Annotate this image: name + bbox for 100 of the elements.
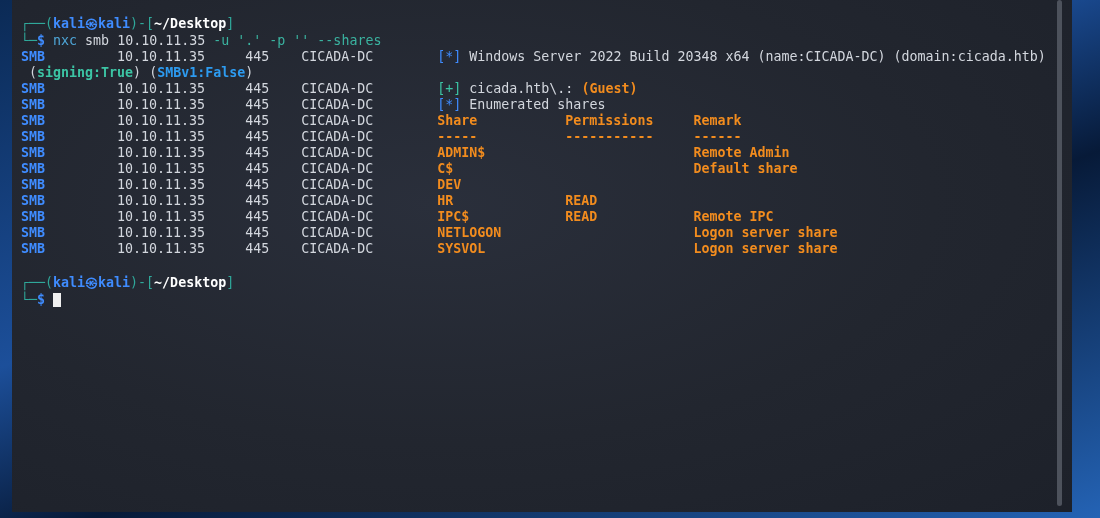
host-name: CICADA-DC	[301, 177, 374, 192]
table-cell: ADMIN$	[437, 145, 486, 161]
table-cell: Default share	[693, 161, 798, 177]
scrollbar[interactable]	[1057, 0, 1062, 506]
host-address: 10.10.11.35	[117, 193, 206, 208]
command-text: --shares	[317, 32, 382, 49]
host-name: CICADA-DC	[301, 97, 374, 112]
command-text: -p	[269, 32, 286, 49]
protocol-label: SMB	[21, 113, 47, 129]
host-address: 10.10.11.35	[117, 241, 206, 256]
host-name: CICADA-DC	[301, 129, 374, 144]
prompt-text: └─	[21, 32, 37, 49]
table-cell: Remote IPC	[693, 209, 774, 225]
port-number: 445	[245, 145, 270, 160]
table-cell: READ	[565, 209, 598, 225]
status-marker: [+]	[437, 81, 462, 97]
protocol-label: SMB	[21, 81, 47, 97]
port-number: 445	[245, 161, 270, 176]
port-number: 445	[245, 209, 270, 224]
prompt-text: kali㉿kali	[53, 274, 131, 291]
port-number: 445	[245, 49, 270, 64]
host-address: 10.10.11.35	[117, 113, 206, 128]
prompt-text: ~/Desktop	[154, 15, 227, 32]
table-cell: READ	[565, 193, 598, 209]
table-cell: DEV	[437, 177, 462, 193]
table-cell: ------	[693, 129, 742, 145]
status-marker: [*]	[437, 49, 462, 65]
status-marker: [*]	[437, 97, 462, 113]
table-cell: HR	[437, 193, 454, 209]
host-address: 10.10.11.35	[117, 161, 206, 176]
table-cell: Logon server share	[693, 241, 838, 257]
host-name: CICADA-DC	[301, 161, 374, 176]
output-text: (	[149, 65, 158, 81]
command-text: -u	[213, 32, 230, 49]
table-cell: SYSVOL	[437, 241, 486, 257]
host-name: CICADA-DC	[301, 145, 374, 160]
prompt-text: ]	[226, 15, 235, 32]
prompt-text: )-[	[130, 15, 155, 32]
host-address: 10.10.11.35	[117, 177, 206, 192]
command-text: nxc	[53, 32, 78, 49]
protocol-label: SMB	[21, 225, 47, 241]
host-address: 10.10.11.35	[117, 49, 206, 64]
table-cell: Share	[437, 113, 478, 129]
table-cell: Permissions	[565, 113, 654, 129]
table-cell: -----------	[565, 129, 654, 145]
prompt-text: ┌──(	[21, 15, 54, 32]
host-address: 10.10.11.35	[117, 129, 206, 144]
protocol-label: SMB	[21, 49, 47, 65]
protocol-label: SMB	[21, 145, 47, 161]
port-number: 445	[245, 177, 270, 192]
table-cell: C$	[437, 161, 454, 177]
protocol-label: SMB	[21, 193, 47, 209]
host-address: 10.10.11.35	[117, 81, 206, 96]
port-number: 445	[245, 113, 270, 128]
port-number: 445	[245, 193, 270, 208]
output-text: Enumerated shares	[469, 97, 606, 113]
host-name: CICADA-DC	[301, 225, 374, 240]
table-cell: -----	[437, 129, 478, 145]
protocol-label: SMB	[21, 209, 47, 225]
prompt-text: kali㉿kali	[53, 15, 131, 32]
prompt-text: )-[	[130, 274, 155, 291]
host-name: CICADA-DC	[301, 113, 374, 128]
command-text: smb	[85, 32, 110, 49]
output-text: Windows Server 2022 Build 20348 x64 (name:CICADA-DC) (domain:cicada.htb)	[469, 49, 1046, 65]
output-text: cicada.htb\.:	[469, 81, 574, 97]
host-name: CICADA-DC	[301, 193, 374, 208]
protocol-label: SMB	[21, 177, 47, 193]
prompt-text: $	[37, 33, 46, 49]
table-cell: Remote Admin	[693, 145, 790, 161]
protocol-label: SMB	[21, 161, 47, 177]
prompt-text: ┌──(	[21, 274, 54, 291]
port-number: 445	[245, 241, 270, 256]
prompt-text: ]	[226, 274, 235, 291]
command-text: '.'	[237, 32, 262, 49]
host-name: CICADA-DC	[301, 241, 374, 256]
output-text: (Guest)	[581, 81, 638, 97]
host-address: 10.10.11.35	[117, 225, 206, 240]
host-address: 10.10.11.35	[117, 145, 206, 160]
output-text: SMBv1:False	[157, 65, 246, 81]
table-cell: Logon server share	[693, 225, 838, 241]
output-text: signing:True	[37, 65, 134, 81]
table-cell: IPC$	[437, 209, 470, 225]
command-text: ''	[293, 32, 310, 49]
port-number: 445	[245, 225, 270, 240]
prompt-text: └─	[21, 291, 37, 308]
port-number: 445	[245, 129, 270, 144]
port-number: 445	[245, 81, 270, 96]
protocol-label: SMB	[21, 241, 47, 257]
host-name: CICADA-DC	[301, 49, 374, 64]
output-text: )	[133, 65, 142, 81]
prompt-text: ~/Desktop	[154, 274, 227, 291]
host-name: CICADA-DC	[301, 81, 374, 96]
host-address: 10.10.11.35	[117, 209, 206, 224]
port-number: 445	[245, 97, 270, 112]
host-address: 10.10.11.35	[117, 97, 206, 112]
protocol-label: SMB	[21, 97, 47, 113]
output-text: (	[29, 65, 38, 81]
command-text: 10.10.11.35	[117, 32, 206, 49]
host-name: CICADA-DC	[301, 209, 374, 224]
table-cell: NETLOGON	[437, 225, 502, 241]
